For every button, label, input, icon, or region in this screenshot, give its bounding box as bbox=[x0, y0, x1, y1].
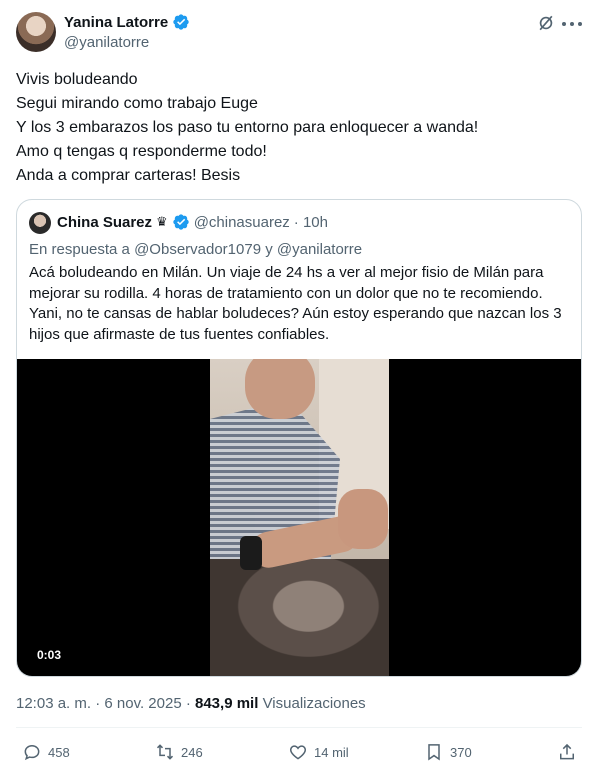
author-name-row[interactable]: Yanina Latorre bbox=[64, 13, 190, 31]
grok-icon[interactable] bbox=[536, 13, 556, 33]
tweet-line: Y los 3 embarazos los paso tu entorno pa… bbox=[16, 119, 479, 136]
tweet-line: Amo q tengas q responderme todo! bbox=[16, 143, 267, 160]
quote-reply-context: En respuesta a @Observador1079 y @yanila… bbox=[29, 241, 362, 258]
retweet-count: 246 bbox=[181, 744, 203, 760]
crown-icon: ♛ bbox=[156, 214, 168, 229]
tweet-timestamp[interactable]: 12:03 a. m. · 6 nov. 2025 · bbox=[16, 695, 191, 712]
retweet-icon bbox=[156, 744, 174, 760]
quote-text: Acá boludeando en Milán. Un viaje de 24 … bbox=[29, 263, 569, 345]
bookmark-count: 370 bbox=[450, 744, 472, 760]
share-icon bbox=[560, 743, 574, 760]
bookmark-icon bbox=[428, 744, 440, 761]
retweet-button[interactable]: 246 bbox=[155, 742, 203, 762]
quote-timestamp[interactable]: · 10h bbox=[294, 214, 328, 231]
tweet-line: Anda a comprar carteras! Besis bbox=[16, 167, 241, 184]
views-count[interactable]: 843,9 mil bbox=[195, 695, 258, 712]
bookmark-button[interactable]: 370 bbox=[424, 742, 472, 762]
like-button[interactable]: 14 mil bbox=[288, 742, 349, 762]
quote-video[interactable]: 0:03 bbox=[17, 359, 581, 676]
author-avatar[interactable] bbox=[16, 12, 56, 52]
quote-line: Yani, no te cansas de hablar boludeces? … bbox=[29, 305, 562, 322]
tweet-text: Vivis boludeando Segui mirando como trab… bbox=[16, 68, 582, 188]
heart-icon bbox=[289, 745, 307, 760]
quote-author-handle[interactable]: @chinasuarez bbox=[194, 214, 290, 231]
share-button[interactable] bbox=[557, 742, 577, 762]
verified-badge-icon bbox=[173, 14, 189, 30]
quote-line: Acá boludeando en Milán. Un viaje de 24 … bbox=[29, 264, 544, 281]
reply-to-handles[interactable]: @Observador1079 y @yanilatorre bbox=[134, 241, 362, 258]
tweet: Yanina Latorre @yanilatorre Vivis bolude… bbox=[0, 0, 598, 779]
tweet-line: Vivis boludeando bbox=[16, 71, 138, 88]
quote-header: China Suarez ♛ @chinasuarez · 10h bbox=[57, 213, 328, 231]
video-frame[interactable] bbox=[210, 359, 389, 676]
views-label: Visualizaciones bbox=[262, 695, 366, 712]
author-handle[interactable]: @yanilatorre bbox=[64, 34, 149, 51]
divider bbox=[16, 727, 582, 728]
quote-author-avatar[interactable] bbox=[29, 212, 51, 234]
verified-badge-icon bbox=[173, 214, 189, 230]
quote-author-name[interactable]: China Suarez bbox=[57, 214, 152, 231]
quoted-tweet-card[interactable]: China Suarez ♛ @chinasuarez · 10h En res… bbox=[16, 199, 582, 677]
more-options-icon[interactable] bbox=[562, 14, 582, 34]
reply-prefix: En respuesta a bbox=[29, 241, 130, 258]
tweet-line: Segui mirando como trabajo Euge bbox=[16, 95, 258, 112]
quote-line: mejorar su rodilla. 4 horas de tratamien… bbox=[29, 284, 543, 302]
author-name[interactable]: Yanina Latorre bbox=[64, 14, 168, 31]
video-duration: 0:03 bbox=[37, 648, 62, 662]
reply-count: 458 bbox=[48, 744, 70, 760]
reply-icon bbox=[24, 744, 40, 761]
tweet-meta: 12:03 a. m. · 6 nov. 2025 · 843,9 mil Vi… bbox=[16, 695, 366, 712]
quote-line: hijos que afirmaste de tus fuentes confi… bbox=[29, 325, 330, 343]
reply-button[interactable]: 458 bbox=[22, 742, 70, 762]
like-count: 14 mil bbox=[314, 744, 349, 760]
